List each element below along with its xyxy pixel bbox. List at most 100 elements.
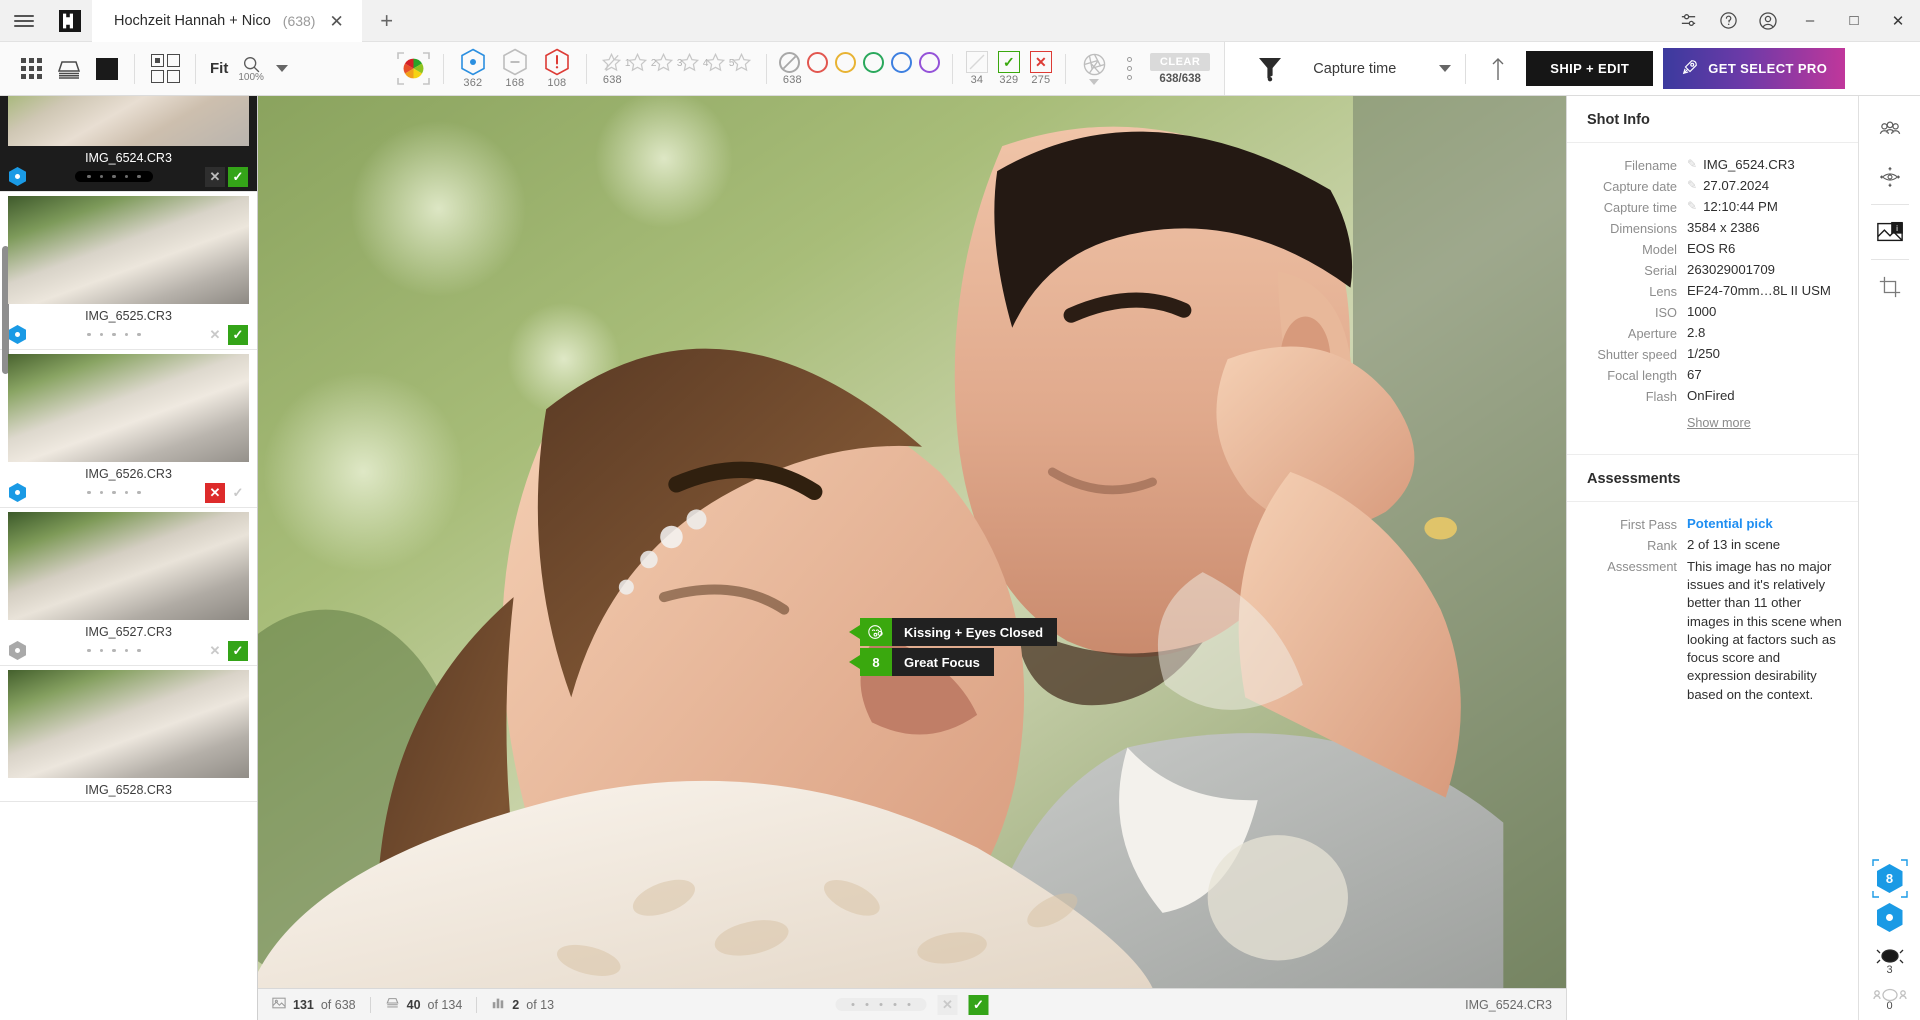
- thumbnail-image[interactable]: [8, 354, 249, 462]
- ship-edit-button[interactable]: SHIP + EDIT: [1526, 51, 1654, 86]
- help-circle-icon[interactable]: [1708, 0, 1748, 42]
- list-item[interactable]: IMG_6525.CR3 ✕ ✓: [0, 192, 257, 350]
- reject-button[interactable]: ✕: [205, 641, 225, 661]
- star-1[interactable]: 1: [625, 52, 650, 73]
- eye-focus-icon[interactable]: [1867, 154, 1913, 200]
- assessment-tag[interactable]: 8 Great Focus: [849, 648, 1057, 676]
- neutral-hex-icon[interactable]: [9, 641, 26, 660]
- color-label-yellow[interactable]: [834, 51, 856, 73]
- faces-indicator[interactable]: 3: [1875, 948, 1905, 976]
- close-window-button[interactable]: ✕: [1876, 0, 1920, 42]
- more-vertical-icon[interactable]: [1115, 57, 1144, 80]
- main-photo[interactable]: Kissing + Eyes Closed 8 Great Focus: [258, 96, 1566, 988]
- keep-button[interactable]: ✓: [228, 483, 248, 503]
- rating-dots[interactable]: [26, 170, 202, 183]
- arrow-up-icon[interactable]: [1480, 56, 1516, 82]
- star-4[interactable]: 4: [703, 52, 728, 73]
- closeup-hex-icon[interactable]: [9, 167, 26, 186]
- single-view-icon[interactable]: [88, 51, 126, 87]
- list-item[interactable]: IMG_6527.CR3 ✕ ✓: [0, 508, 257, 666]
- chevron-down-icon[interactable]: [1439, 65, 1452, 72]
- aperture-caret-icon[interactable]: [1089, 79, 1100, 85]
- edit-pencil-icon[interactable]: ✎: [1687, 178, 1697, 192]
- crop-icon[interactable]: [1867, 264, 1913, 310]
- photo-canvas[interactable]: [258, 96, 1566, 988]
- filmstrip-view-icon[interactable]: [50, 51, 88, 87]
- get-select-pro-button[interactable]: GET SELECT PRO: [1663, 48, 1846, 89]
- keep-button[interactable]: ✓: [228, 166, 248, 187]
- reject-button[interactable]: ✕: [205, 325, 225, 345]
- reject-button[interactable]: ✕: [937, 994, 958, 1015]
- chevron-down-icon[interactable]: [275, 65, 288, 72]
- filmstrip-panel[interactable]: IMG_6524.CR3 ✕ ✓ IMG_6525.CR3 ✕ ✓ IMG_65…: [0, 96, 258, 1020]
- star-3[interactable]: 3: [677, 52, 702, 73]
- zoom-control[interactable]: 100%: [234, 55, 268, 83]
- thumbnail-filename: IMG_6525.CR3: [85, 309, 172, 323]
- info-value: 2.8: [1687, 325, 1706, 340]
- edit-pencil-icon[interactable]: ✎: [1687, 157, 1697, 171]
- clear-label[interactable]: CLEAR: [1149, 52, 1211, 71]
- rating-dots[interactable]: [26, 487, 202, 499]
- fit-button[interactable]: Fit: [204, 60, 234, 77]
- assessment-tag[interactable]: Kissing + Eyes Closed: [849, 618, 1058, 646]
- closeup-hex-icon[interactable]: [9, 483, 26, 502]
- flag-unmarked[interactable]: 34: [961, 51, 993, 86]
- thumbnail-image[interactable]: [8, 512, 249, 620]
- focus-score-indicator[interactable]: 8: [1871, 859, 1908, 898]
- clear-filters-button[interactable]: CLEAR 638/638: [1144, 52, 1216, 85]
- list-item[interactable]: IMG_6526.CR3 ✕ ✓: [0, 350, 257, 508]
- color-label-green[interactable]: [862, 51, 884, 73]
- rating-dots[interactable]: [26, 329, 202, 341]
- show-more-link[interactable]: Show more: [1687, 416, 1751, 430]
- new-tab-button[interactable]: +: [362, 0, 412, 41]
- color-label-blue[interactable]: [890, 51, 912, 73]
- people-group-icon[interactable]: [1867, 108, 1913, 154]
- thumbnail-image[interactable]: [8, 96, 249, 146]
- compare-view-icon[interactable]: [143, 51, 187, 87]
- neutral-hex-icon[interactable]: 168: [494, 48, 536, 89]
- thumbnail-image[interactable]: [8, 670, 249, 778]
- rating-dots[interactable]: [835, 998, 927, 1011]
- color-label-none[interactable]: [778, 51, 800, 73]
- reject-button[interactable]: ✕: [205, 166, 225, 187]
- minimize-button[interactable]: –: [1788, 0, 1832, 42]
- grid-view-icon[interactable]: [12, 51, 50, 87]
- list-item[interactable]: IMG_6524.CR3 ✕ ✓: [0, 96, 257, 192]
- aperture-icon[interactable]: [1074, 52, 1115, 85]
- kiss-face-icon: [849, 618, 892, 646]
- flag-reject[interactable]: ✕ 275: [1025, 51, 1057, 86]
- star-2[interactable]: 2: [651, 52, 676, 73]
- keep-button[interactable]: ✓: [968, 994, 989, 1015]
- color-label-red[interactable]: [806, 51, 828, 73]
- filter-funnel-icon[interactable]: [1239, 55, 1301, 82]
- image-info-icon[interactable]: i: [1867, 209, 1913, 255]
- keep-button[interactable]: ✓: [228, 324, 248, 345]
- first-pass-value[interactable]: Potential pick: [1687, 516, 1773, 531]
- closeup-hex-icon[interactable]: 362: [452, 48, 494, 89]
- project-tab[interactable]: Hochzeit Hannah + Nico (638) ✕: [92, 0, 362, 42]
- closeup-hex-icon[interactable]: [9, 325, 26, 344]
- flag-unmarked-count: 34: [970, 74, 984, 86]
- reject-button[interactable]: ✕: [205, 482, 225, 503]
- account-circle-icon[interactable]: [1748, 0, 1788, 42]
- people-indicator[interactable]: 0: [1872, 986, 1907, 1012]
- edit-pencil-icon[interactable]: ✎: [1687, 199, 1697, 213]
- star-0[interactable]: [599, 52, 624, 73]
- closeup-hex-icon[interactable]: [1876, 903, 1903, 932]
- color-wheel-icon[interactable]: [392, 51, 435, 85]
- star-rating-group[interactable]: 1 2 3 4 5 638: [595, 52, 758, 86]
- color-label-group[interactable]: 638: [775, 51, 944, 86]
- rating-dots[interactable]: [26, 645, 202, 657]
- sliders-icon[interactable]: [1668, 0, 1708, 42]
- maximize-button[interactable]: □: [1832, 0, 1876, 42]
- close-icon[interactable]: ✕: [325, 13, 347, 30]
- keep-button[interactable]: ✓: [228, 640, 248, 661]
- thumbnail-image[interactable]: [8, 196, 249, 304]
- list-item[interactable]: IMG_6528.CR3: [0, 666, 257, 802]
- color-label-purple[interactable]: [918, 51, 940, 73]
- flag-keep[interactable]: ✓ 329: [993, 51, 1025, 86]
- issue-hex-icon[interactable]: 108: [536, 48, 578, 89]
- star-5[interactable]: 5: [729, 52, 754, 73]
- sort-select[interactable]: Capture time: [1301, 61, 1452, 77]
- hamburger-icon[interactable]: [0, 0, 48, 41]
